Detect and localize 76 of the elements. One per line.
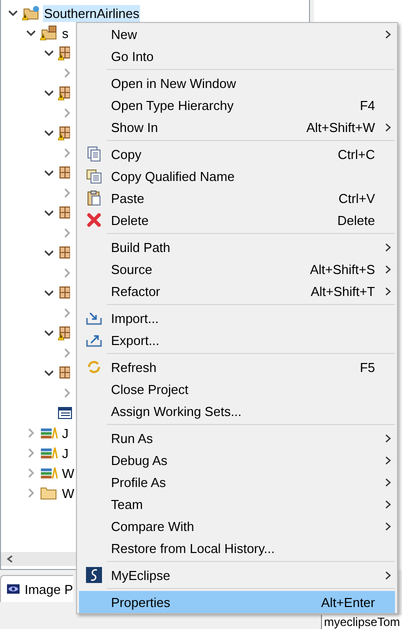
tree-item[interactable]: s	[61, 24, 70, 42]
menu-item[interactable]: Open in New Window	[79, 72, 395, 94]
menu-item[interactable]: Copy Qualified Name	[79, 165, 395, 187]
shortcut-label: F4	[360, 98, 376, 112]
collapse-icon[interactable]	[26, 28, 36, 38]
expand-icon[interactable]	[26, 488, 36, 498]
shortcut-label: Alt+Shift+S	[310, 262, 376, 276]
menu-item[interactable]: Paste Ctrl+V	[79, 187, 395, 209]
shortcut-label: F5	[360, 360, 376, 374]
menu-item[interactable]: Refresh F5	[79, 356, 395, 378]
menu-item[interactable]: Compare With	[79, 515, 395, 537]
menu-item[interactable]: MyEclipse	[79, 564, 395, 586]
delete-icon	[86, 212, 102, 228]
menu-item[interactable]: New	[79, 23, 395, 45]
expand-icon[interactable]	[62, 268, 72, 278]
collapse-icon[interactable]	[8, 8, 18, 18]
menu-item[interactable]: Restore from Local History...	[79, 537, 395, 559]
expand-icon[interactable]	[26, 448, 36, 458]
expand-icon[interactable]	[62, 348, 72, 358]
import-icon	[86, 310, 102, 326]
menu-item[interactable]: Debug As	[79, 449, 395, 471]
image-preview-tab[interactable]: Image P	[0, 575, 73, 602]
menu-item[interactable]: Export...	[79, 329, 395, 351]
expand-icon[interactable]	[26, 468, 36, 478]
collapse-icon[interactable]	[44, 168, 54, 178]
menu-item[interactable]: Refactor Alt+Shift+T	[79, 280, 395, 302]
expand-icon[interactable]	[26, 428, 36, 438]
refresh-icon	[86, 359, 102, 375]
console-tab[interactable]: myeclipseTom	[320, 615, 402, 629]
expand-icon[interactable]	[62, 228, 72, 238]
expand-icon[interactable]	[62, 108, 72, 118]
copy-icon	[86, 146, 102, 162]
collapse-icon[interactable]	[44, 368, 54, 378]
expand-icon[interactable]	[62, 68, 72, 78]
expand-icon[interactable]	[62, 188, 72, 198]
shortcut-label: Alt+Shift+W	[306, 120, 376, 134]
myeclipse-icon	[86, 567, 102, 583]
menu-item[interactable]: Assign Working Sets...	[79, 400, 395, 422]
scroll-left-icon[interactable]	[6, 555, 14, 563]
tree-item[interactable]: J	[61, 424, 70, 442]
menu-item[interactable]: Delete Delete	[79, 209, 395, 231]
collapse-icon[interactable]	[44, 208, 54, 218]
menu-item[interactable]: Source Alt+Shift+S	[79, 258, 395, 280]
menu-item[interactable]: Build Path	[79, 236, 395, 258]
collapse-icon[interactable]	[44, 128, 54, 138]
shortcut-label: Alt+Shift+T	[310, 284, 376, 298]
menu-item[interactable]: Profile As	[79, 471, 395, 493]
expand-icon[interactable]	[62, 308, 72, 318]
menu-item[interactable]: Run As	[79, 427, 395, 449]
collapse-icon[interactable]	[44, 88, 54, 98]
tree-item[interactable]: SouthernAirlines	[43, 4, 140, 22]
menu-item[interactable]: Copy Ctrl+C	[79, 143, 395, 165]
collapse-icon[interactable]	[44, 48, 54, 58]
eye-icon	[7, 583, 20, 595]
menu-item[interactable]: Open Type Hierarchy F4	[79, 94, 395, 116]
collapse-icon[interactable]	[44, 248, 54, 258]
table-file-icon	[58, 407, 72, 419]
collapse-icon[interactable]	[44, 328, 54, 338]
collapse-icon[interactable]	[44, 288, 54, 298]
menu-item[interactable]: Import...	[79, 307, 395, 329]
menu-item[interactable]: Show In Alt+Shift+W	[79, 116, 395, 138]
menu-item[interactable]: Go Into	[79, 45, 395, 67]
tree-item[interactable]: W	[61, 464, 76, 482]
clipboard-icon	[86, 190, 102, 206]
expand-icon[interactable]	[62, 388, 72, 398]
shortcut-label: Ctrl+V	[338, 190, 376, 206]
tree-item[interactable]: W	[61, 484, 76, 502]
shortcut-label: Delete	[337, 212, 376, 228]
shortcut-label: Alt+Enter	[321, 594, 376, 610]
copy-icon	[86, 168, 102, 184]
tree-item[interactable]: J	[61, 444, 70, 462]
menu-item[interactable]: Properties Alt+Enter	[79, 591, 395, 613]
shortcut-label: Ctrl+C	[338, 146, 376, 162]
menu-item[interactable]: Team	[79, 493, 395, 515]
menu-item[interactable]: Close Project	[79, 378, 395, 400]
expand-icon[interactable]	[62, 148, 72, 158]
